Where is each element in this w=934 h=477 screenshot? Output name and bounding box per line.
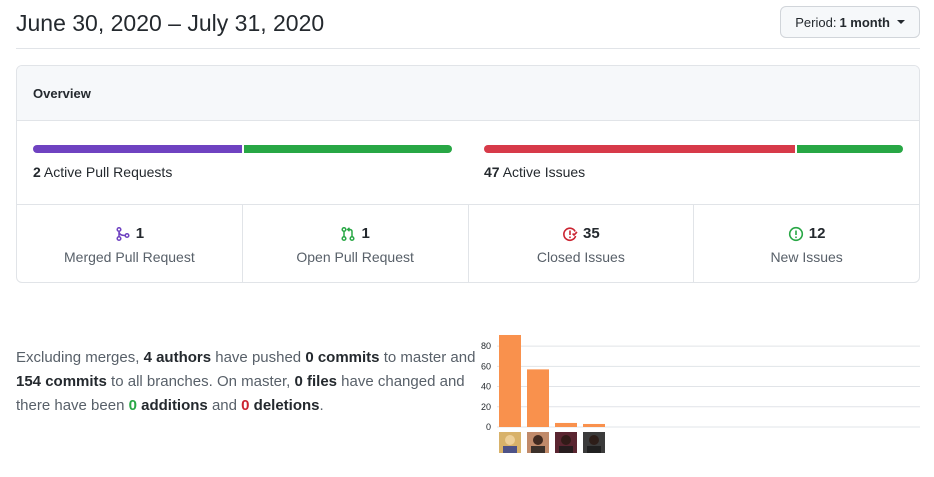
period-dropdown-button[interactable]: Period: 1 month [780,6,920,38]
active-pr-label: 2 Active Pull Requests [33,164,452,180]
summary-text-3: to master and [379,349,476,366]
additions-count: 0 [128,397,137,414]
y-tick-label: 80 [481,341,491,351]
y-tick-label: 0 [486,422,491,432]
merged-prs-count: 1 [135,225,145,242]
files-changed: 0 files [294,373,338,390]
avatar-face [589,435,599,445]
new-issues-segment [796,145,903,153]
period-prefix: Period: [795,14,837,30]
activity-bars-row: 2 Active Pull Requests 47 Active Issues [17,121,919,205]
y-tick-label: 60 [481,361,491,371]
commits-to-master: 0 commits [305,349,380,366]
pull-requests-summary[interactable]: 2 Active Pull Requests [33,145,452,180]
authors-count[interactable]: 4 authors [144,349,212,366]
pull-requests-bar [33,145,452,153]
open-pr-segment [243,145,452,153]
closed-issue-icon [563,226,578,241]
open-pr-icon [341,226,356,241]
issues-summary[interactable]: 47 Active Issues [484,145,903,180]
stat-new-issues[interactable]: 12 New Issues [694,205,919,282]
stats-row: 1 Merged Pull Request 1 Open Pull Reques… [17,205,919,282]
commits-by-author-chart: 0 20 40 60 80 [481,334,920,453]
avatar-body [531,446,545,453]
avatar-body [559,446,573,453]
summary-text-1: Excluding merges, [16,349,144,366]
closed-issues-segment [484,145,795,153]
overview-heading: Overview [17,66,919,121]
overview-panel: Overview 2 Active Pull Requests 47 Activ… [16,65,920,283]
new-issues-count: 12 [808,225,826,242]
stat-open-prs[interactable]: 1 Open Pull Request [243,205,469,282]
period-value: 1 month [839,14,890,30]
commit-summary: Excluding merges, 4 authors have pushed … [16,346,476,418]
avatar-face [533,435,543,445]
commit-bar[interactable] [499,334,521,427]
chevron-down-icon [897,20,905,24]
additions-word: additions [136,397,208,414]
page-header: June 30, 2020 – July 31, 2020 Period: 1 … [16,0,920,49]
open-prs-label: Open Pull Request [296,249,414,265]
open-prs-count: 1 [361,225,370,242]
stat-merged-prs[interactable]: 1 Merged Pull Request [17,205,243,282]
deletions-count: 0 [241,397,250,414]
summary-text-6: and [207,397,242,414]
active-pr-text: Active Pull Requests [43,164,173,180]
active-issues-label: 47 Active Issues [484,164,903,180]
y-tick-label: 20 [481,402,491,412]
issues-bar [484,145,903,153]
commit-bar[interactable] [527,369,549,427]
commit-bar[interactable] [555,422,577,427]
merged-pr-segment [33,145,242,153]
commits-to-all-branches: 154 commits [16,373,107,390]
new-issue-icon [788,226,803,241]
summary-text-7: . [319,397,324,414]
avatar-face [561,435,571,445]
summary-text-2: have pushed [211,349,306,366]
commit-bar[interactable] [583,423,605,427]
avatar-body [503,446,517,453]
avatar-body [587,446,601,453]
active-issues-count: 47 [484,164,500,180]
deletions-word: deletions [249,397,320,414]
closed-issues-count: 35 [583,225,600,242]
active-issues-text: Active Issues [502,164,586,180]
closed-issues-label: Closed Issues [536,249,625,265]
avatar-face [505,435,515,445]
y-tick-label: 40 [481,382,491,392]
summary-text-4: to all branches. On master, [106,373,295,390]
merged-pr-icon [116,226,130,241]
new-issues-label: New Issues [770,249,843,265]
page-title: June 30, 2020 – July 31, 2020 [16,10,325,36]
active-pr-count: 2 [33,164,41,180]
merged-prs-label: Merged Pull Request [64,249,195,265]
stat-closed-issues[interactable]: 35 Closed Issues [469,205,695,282]
